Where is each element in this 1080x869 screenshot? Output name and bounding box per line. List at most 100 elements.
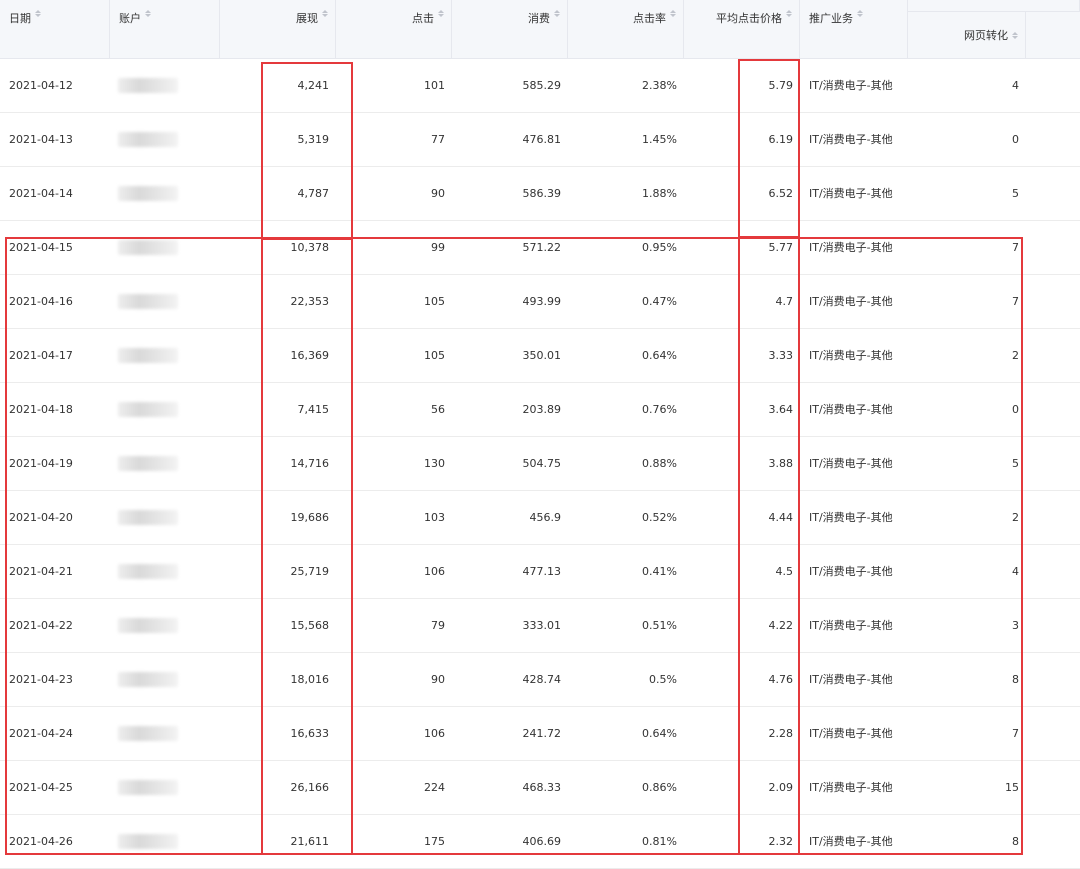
cell-ctr: 0.64% bbox=[642, 727, 677, 740]
cell-web-conversion: 5 bbox=[1012, 187, 1019, 200]
cell-clicks: 224 bbox=[424, 781, 445, 794]
blurred-account-name bbox=[118, 132, 178, 147]
cell-cost: 468.33 bbox=[522, 781, 562, 794]
cell-avg-cpc: 3.33 bbox=[768, 349, 794, 362]
sort-icon[interactable] bbox=[786, 10, 792, 17]
column-header-ctr[interactable]: 点击率 bbox=[568, 0, 684, 59]
cell-avg-cpc: 5.77 bbox=[768, 241, 794, 254]
cell-ctr: 0.51% bbox=[642, 619, 677, 632]
cell-clicks: 56 bbox=[431, 403, 445, 416]
cell-clicks: 106 bbox=[424, 565, 445, 578]
cell-web-conversion: 0 bbox=[1012, 133, 1019, 146]
cell-date: 2021-04-18 bbox=[9, 403, 73, 416]
table-row[interactable]: 2021-04-25 26,166 224 468.33 0.86% 2.09 IT/消费电… bbox=[0, 761, 1080, 815]
table-row[interactable]: 2021-04-13 5,319 77 476.81 1.45% 6.19 IT/消费电子-… bbox=[0, 113, 1080, 167]
cell-date: 2021-04-19 bbox=[9, 457, 73, 470]
cell-ctr: 2.38% bbox=[642, 79, 677, 92]
sort-icon[interactable] bbox=[1012, 31, 1018, 39]
cell-clicks: 105 bbox=[424, 349, 445, 362]
table-row[interactable]: 2021-04-26 21,611 175 406.69 0.81% 2.32 IT/消费电… bbox=[0, 815, 1080, 869]
cell-date: 2021-04-26 bbox=[9, 835, 73, 848]
cell-business: IT/消费电子-其他 bbox=[809, 349, 893, 362]
column-header-truncated[interactable] bbox=[1026, 12, 1080, 59]
column-header-impressions[interactable]: 展现 bbox=[220, 0, 336, 59]
cell-ctr: 1.45% bbox=[642, 133, 677, 146]
blurred-account-name bbox=[118, 78, 178, 93]
cell-cost: 504.75 bbox=[522, 457, 562, 470]
column-header-label: 消费 bbox=[528, 12, 550, 25]
table-row[interactable]: 2021-04-18 7,415 56 203.89 0.76% 3.64 IT/消费电子-… bbox=[0, 383, 1080, 437]
table-row[interactable]: 2021-04-17 16,369 105 350.01 0.64% 3.33 IT/消费电… bbox=[0, 329, 1080, 383]
cell-cost: 428.74 bbox=[522, 673, 562, 686]
cell-avg-cpc: 4.76 bbox=[768, 673, 794, 686]
cell-avg-cpc: 6.52 bbox=[768, 187, 794, 200]
cell-cost: 406.69 bbox=[522, 835, 562, 848]
cell-clicks: 175 bbox=[424, 835, 445, 848]
cell-cost: 203.89 bbox=[522, 403, 562, 416]
column-header-account[interactable]: 账户 bbox=[110, 0, 220, 59]
sort-icon[interactable] bbox=[857, 10, 863, 17]
cell-date: 2021-04-13 bbox=[9, 133, 73, 146]
table-row[interactable]: 2021-04-22 15,568 79 333.01 0.51% 4.22 IT/消费电子… bbox=[0, 599, 1080, 653]
cell-clicks: 90 bbox=[431, 187, 445, 200]
cell-cost: 586.39 bbox=[522, 187, 562, 200]
table-row[interactable]: 2021-04-24 16,633 106 241.72 0.64% 2.28 IT/消费电… bbox=[0, 707, 1080, 761]
cell-avg-cpc: 5.79 bbox=[768, 79, 794, 92]
cell-date: 2021-04-14 bbox=[9, 187, 73, 200]
cell-cost: 241.72 bbox=[522, 727, 562, 740]
cell-impressions: 21,611 bbox=[290, 835, 330, 848]
table-row[interactable]: 2021-04-20 19,686 103 456.9 0.52% 4.44 IT/消费电子… bbox=[0, 491, 1080, 545]
cell-web-conversion: 8 bbox=[1012, 673, 1019, 686]
column-header-cost[interactable]: 消费 bbox=[452, 0, 568, 59]
cell-impressions: 18,016 bbox=[290, 673, 330, 686]
table-row[interactable]: 2021-04-19 14,716 130 504.75 0.88% 3.88 IT/消费电… bbox=[0, 437, 1080, 491]
column-header-clicks[interactable]: 点击 bbox=[336, 0, 452, 59]
cell-impressions: 25,719 bbox=[290, 565, 330, 578]
column-header-date[interactable]: 日期 bbox=[0, 0, 110, 59]
cell-business: IT/消费电子-其他 bbox=[809, 403, 893, 416]
table-row[interactable]: 2021-04-15 10,378 99 571.22 0.95% 5.77 IT/消费电子… bbox=[0, 221, 1080, 275]
table-row[interactable]: 2021-04-21 25,719 106 477.13 0.41% 4.5 IT/消费电子… bbox=[0, 545, 1080, 599]
sort-icon[interactable] bbox=[670, 10, 676, 17]
cell-date: 2021-04-25 bbox=[9, 781, 73, 794]
sort-icon[interactable] bbox=[35, 10, 41, 17]
cell-ctr: 1.88% bbox=[642, 187, 677, 200]
blurred-account-name bbox=[118, 294, 178, 309]
cell-cost: 585.29 bbox=[522, 79, 562, 92]
cell-date: 2021-04-15 bbox=[9, 241, 73, 254]
cell-clicks: 90 bbox=[431, 673, 445, 686]
column-header-label: 推广业务 bbox=[809, 12, 853, 25]
sort-icon[interactable] bbox=[438, 10, 444, 17]
cell-web-conversion: 2 bbox=[1012, 349, 1019, 362]
cell-date: 2021-04-21 bbox=[9, 565, 73, 578]
column-header-avg-cpc[interactable]: 平均点击价格 bbox=[684, 0, 800, 59]
blurred-account-name bbox=[118, 834, 178, 849]
column-header-web-conversion[interactable]: 网页转化 bbox=[908, 12, 1026, 59]
column-header-label: 点击率 bbox=[633, 12, 666, 25]
cell-cost: 571.22 bbox=[522, 241, 562, 254]
cell-avg-cpc: 4.5 bbox=[775, 565, 794, 578]
cell-ctr: 0.41% bbox=[642, 565, 677, 578]
cell-clicks: 101 bbox=[424, 79, 445, 92]
cell-impressions: 4,241 bbox=[297, 79, 330, 92]
cell-avg-cpc: 2.09 bbox=[768, 781, 794, 794]
column-header-label: 平均点击价格 bbox=[716, 12, 782, 25]
sort-icon[interactable] bbox=[145, 10, 151, 17]
blurred-account-name bbox=[118, 780, 178, 795]
cell-cost: 477.13 bbox=[522, 565, 562, 578]
cell-web-conversion: 2 bbox=[1012, 511, 1019, 524]
table-row[interactable]: 2021-04-14 4,787 90 586.39 1.88% 6.52 IT/消费电子-… bbox=[0, 167, 1080, 221]
cell-date: 2021-04-20 bbox=[9, 511, 73, 524]
blurred-account-name bbox=[118, 726, 178, 741]
blurred-account-name bbox=[118, 672, 178, 687]
sort-icon[interactable] bbox=[554, 10, 560, 17]
table-row[interactable]: 2021-04-16 22,353 105 493.99 0.47% 4.7 IT/消费电子… bbox=[0, 275, 1080, 329]
table-row[interactable]: 2021-04-12 4,241 101 585.29 2.38% 5.79 IT/消费电子… bbox=[0, 59, 1080, 113]
table-row[interactable]: 2021-04-23 18,016 90 428.74 0.5% 4.76 IT/消费电子-… bbox=[0, 653, 1080, 707]
column-header-business[interactable]: 推广业务 bbox=[800, 0, 908, 59]
cell-date: 2021-04-16 bbox=[9, 295, 73, 308]
sort-icon[interactable] bbox=[322, 10, 328, 17]
cell-date: 2021-04-12 bbox=[9, 79, 73, 92]
cell-business: IT/消费电子-其他 bbox=[809, 673, 893, 686]
cell-date: 2021-04-23 bbox=[9, 673, 73, 686]
